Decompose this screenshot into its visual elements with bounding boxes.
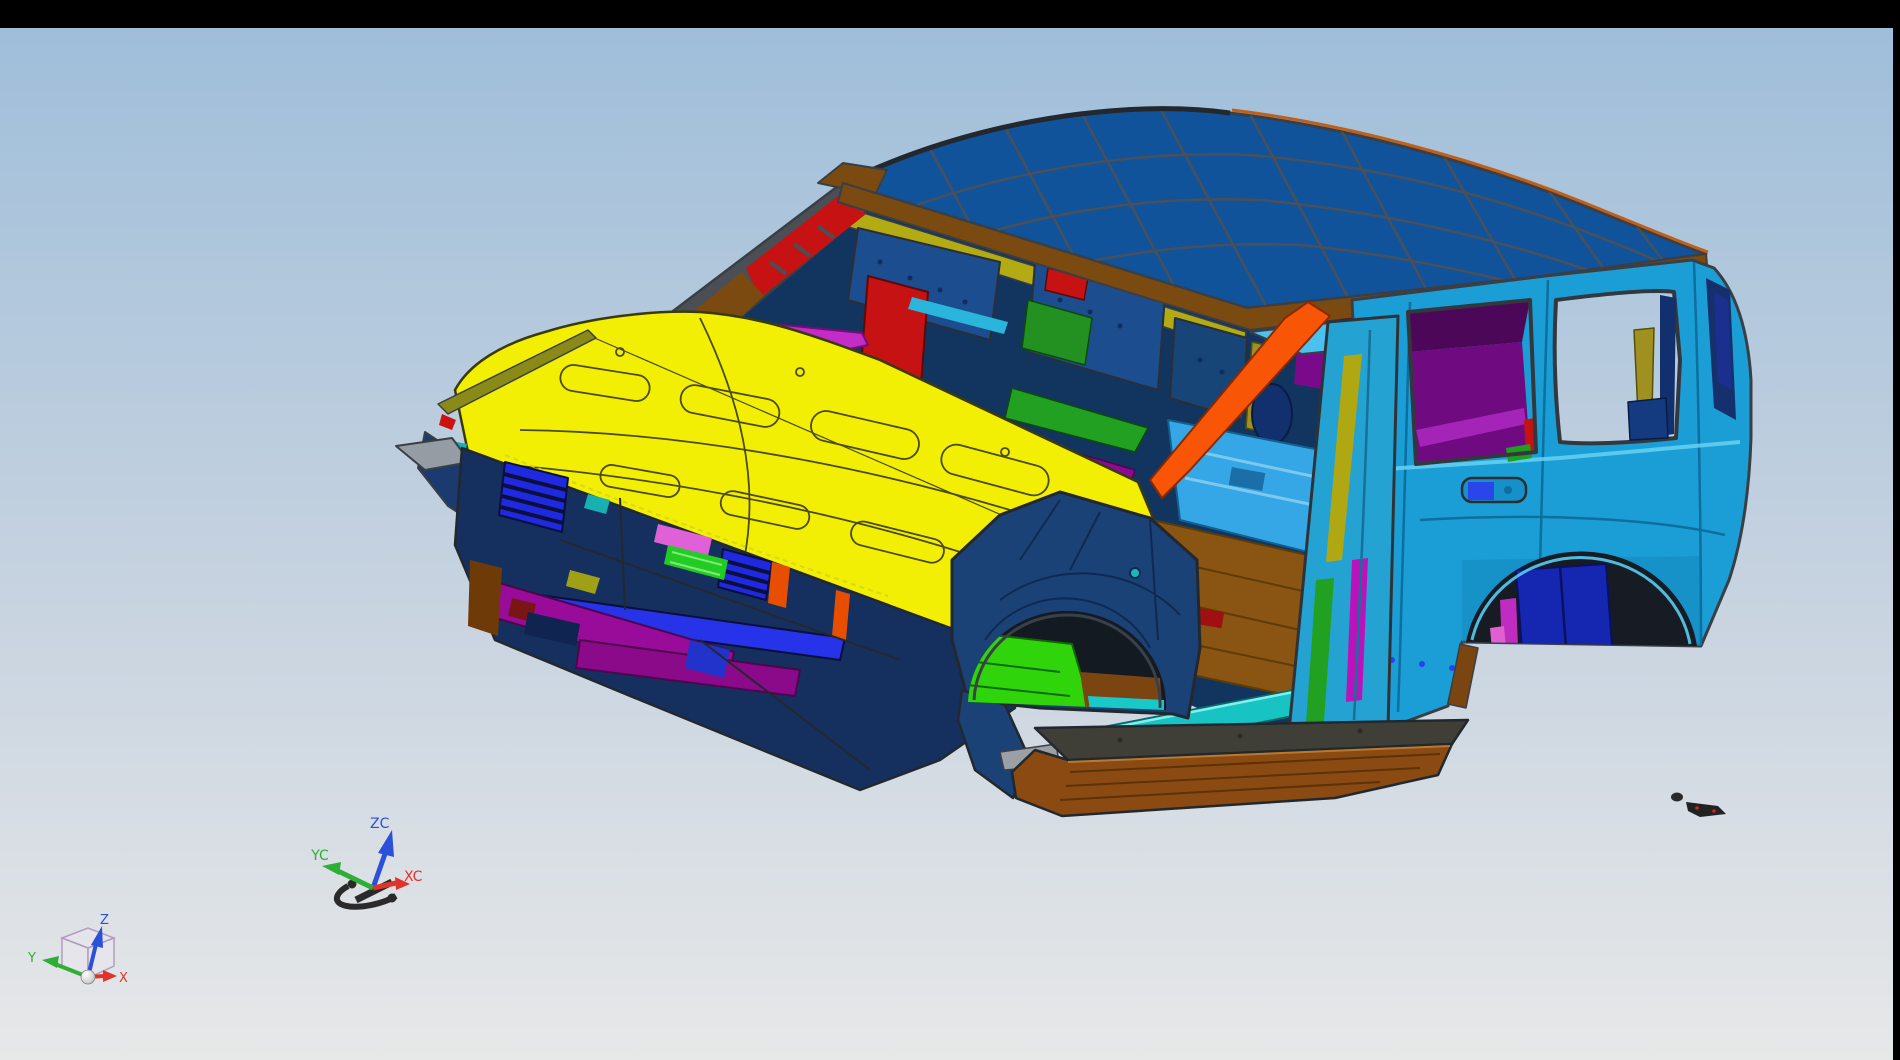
application-window: ZC YC XC Z Y: [0, 0, 1900, 1060]
datum-x-label: X: [119, 971, 128, 986]
wcs-x-label: XC: [404, 869, 423, 885]
wcs-z-label: ZC: [370, 816, 390, 832]
datum-y-label: Y: [27, 951, 36, 966]
rear-door-window[interactable]: [1408, 300, 1536, 464]
window-top-bar: [0, 0, 1900, 28]
window-right-edge: [1893, 0, 1900, 1060]
wcs-y-label: YC: [310, 848, 329, 864]
door-handle-recess[interactable]: [1462, 478, 1526, 502]
quarter-window[interactable]: [1555, 291, 1680, 443]
datum-z-label: Z: [100, 913, 109, 928]
datum-origin-ball: [81, 970, 95, 984]
graphics-viewport[interactable]: ZC YC XC Z Y: [0, 0, 1900, 1060]
